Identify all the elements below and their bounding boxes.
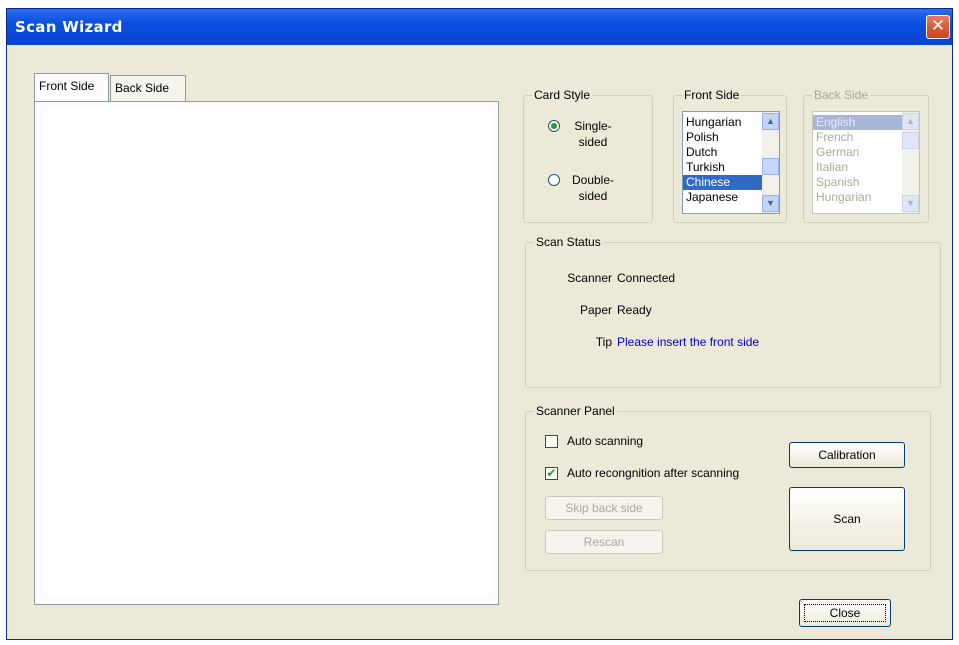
back-side-group: Back Side English French German Italian Span…	[803, 88, 929, 223]
window-title: Scan Wizard	[15, 18, 123, 36]
tab-panel	[34, 101, 499, 605]
paper-label: Paper	[579, 303, 612, 317]
front-side-legend: Front Side	[682, 88, 742, 102]
scan-wizard-window: Scan Wizard ✕ Front Side Back Side Card …	[6, 8, 953, 640]
close-button-label: Close	[829, 606, 861, 620]
card-style-group: Card Style Single-sided Double-sided	[523, 88, 653, 223]
double-sided-option[interactable]: Double-sided	[548, 172, 618, 204]
single-sided-label: Single-sided	[574, 119, 612, 149]
scroll-down-icon[interactable]: ▼	[762, 195, 779, 212]
front-side-language-list[interactable]: Hungarian Polish Dutch Turkish Chinese Japane…	[682, 111, 780, 214]
auto-recognition-checkbox[interactable]: ✔	[545, 467, 558, 480]
tab-back-side[interactable]: Back Side	[110, 75, 186, 101]
single-sided-radio[interactable]	[548, 120, 560, 132]
title-bar[interactable]: Scan Wizard ✕	[7, 9, 952, 45]
back-side-scrollbar: ▲ ▼	[902, 112, 919, 213]
scroll-up-icon: ▲	[902, 113, 919, 130]
card-image-preview	[43, 110, 490, 594]
single-sided-option[interactable]: Single-sided	[548, 118, 618, 150]
tip-message: Please insert the front side	[617, 335, 760, 349]
close-button[interactable]: Close	[799, 599, 891, 627]
scanner-status-value: Connected	[617, 271, 676, 285]
calibration-button[interactable]: Calibration	[789, 442, 905, 468]
tab-front-side[interactable]: Front Side	[34, 73, 109, 101]
scroll-down-icon: ▼	[902, 195, 919, 212]
scan-status-legend: Scan Status	[534, 235, 603, 249]
double-sided-label: Double-sided	[571, 173, 615, 203]
card-style-legend: Card Style	[532, 88, 593, 102]
scroll-up-icon[interactable]: ▲	[762, 113, 779, 130]
scroll-thumb[interactable]	[762, 158, 779, 175]
front-side-group: Front Side Hungarian Polish Dutch Turkish Ch…	[673, 88, 787, 223]
scanner-panel-legend: Scanner Panel	[534, 404, 617, 418]
auto-recognition-label[interactable]: Auto recongnition after scanning	[567, 466, 739, 480]
paper-status-value: Ready	[617, 303, 652, 317]
rescan-button: Rescan	[545, 530, 663, 554]
scan-status-group: Scan Status Scanner Connected Paper Read…	[525, 235, 941, 388]
close-window-icon[interactable]: ✕	[926, 15, 950, 39]
double-sided-radio[interactable]	[548, 174, 560, 186]
skip-back-side-button: Skip back side	[545, 496, 663, 520]
scan-button[interactable]: Scan	[789, 487, 905, 551]
auto-scanning-checkbox[interactable]	[545, 435, 558, 448]
back-side-legend: Back Side	[812, 88, 871, 102]
back-side-language-list: English French German Italian Spanish Hungari…	[812, 111, 920, 214]
scroll-thumb	[902, 132, 919, 149]
scanner-label: Scanner	[567, 271, 612, 285]
auto-scanning-label[interactable]: Auto scanning	[567, 434, 643, 448]
scanner-panel-group: Scanner Panel Auto scanning ✔ Auto recon…	[525, 404, 931, 571]
front-side-scrollbar[interactable]: ▲ ▼	[762, 112, 779, 213]
tip-label: Tip	[595, 335, 612, 349]
